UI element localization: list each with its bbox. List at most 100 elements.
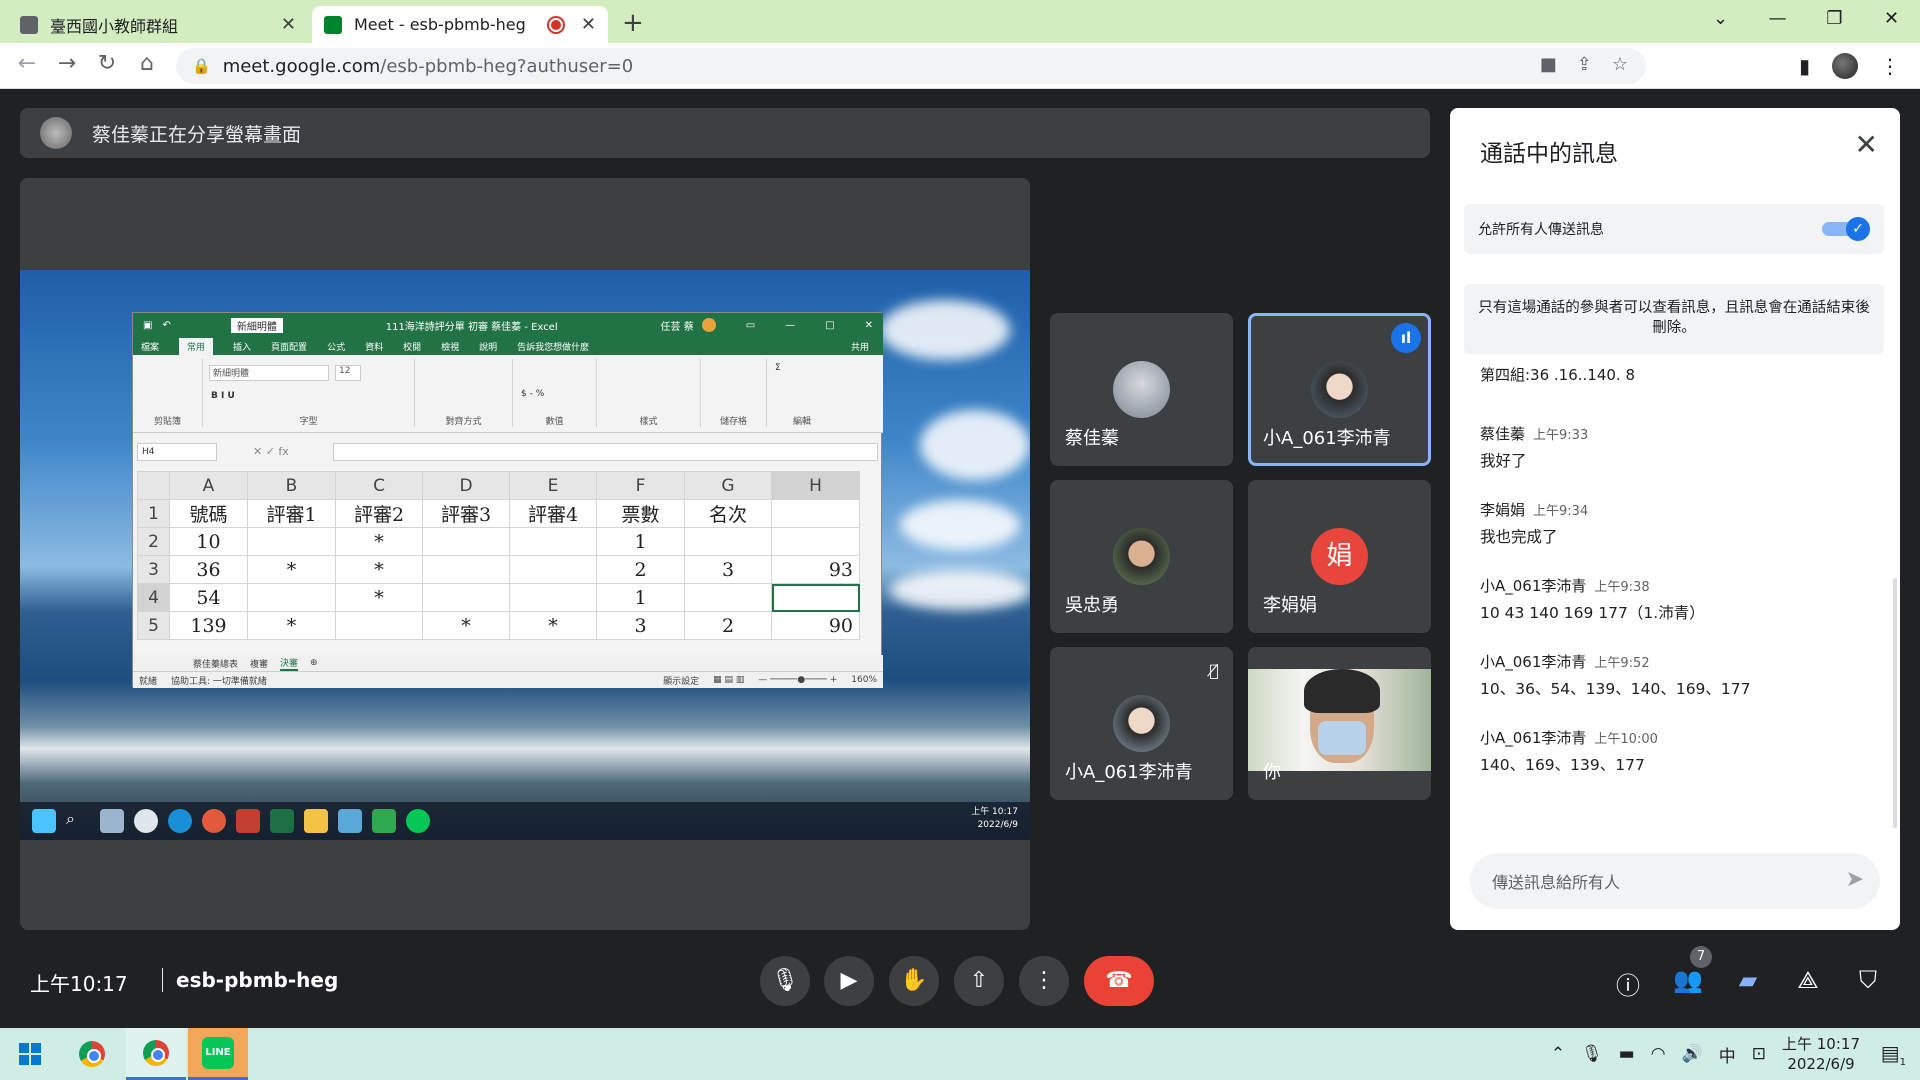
- cell[interactable]: [422, 555, 510, 584]
- column-header[interactable]: D: [422, 471, 510, 500]
- share-icon[interactable]: ⇪: [1577, 54, 1592, 75]
- lock-icon[interactable]: 🔒: [192, 57, 211, 75]
- column-header[interactable]: F: [596, 471, 685, 500]
- ribbon-group-font[interactable]: 新細明體 12 B I U 字型: [203, 359, 415, 427]
- cell[interactable]: [684, 527, 772, 556]
- taskbar-chrome[interactable]: [62, 1028, 122, 1080]
- cell[interactable]: 1: [596, 583, 685, 612]
- chat-compose-input[interactable]: 傳送訊息給所有人 ➤: [1470, 853, 1880, 909]
- zoom-slider[interactable]: — ─────●──── +: [758, 675, 837, 685]
- ribbon-tab-file[interactable]: 檔案: [141, 340, 159, 353]
- autosum-icon[interactable]: Σ: [775, 363, 781, 373]
- view-mode-icons[interactable]: ▦ ▤ ▥: [713, 675, 744, 685]
- excel-maximize-icon[interactable]: □: [825, 320, 834, 331]
- taskbar-chrome-profile[interactable]: [126, 1028, 186, 1080]
- microphone-tray-icon[interactable]: 🎙: [1581, 1044, 1603, 1064]
- currency-icon[interactable]: $ - %: [521, 389, 544, 399]
- home-icon[interactable]: ⌂: [132, 51, 162, 76]
- wifi-icon[interactable]: ◠: [1651, 1044, 1666, 1064]
- save-icon[interactable]: ▣: [143, 320, 152, 331]
- camera-button[interactable]: ▶: [824, 956, 874, 1006]
- self-video-tile[interactable]: 你: [1248, 647, 1431, 800]
- ime-indicator[interactable]: 中: [1719, 1042, 1736, 1067]
- formula-function-icon[interactable]: ✕ ✓ fx: [253, 445, 289, 458]
- cell[interactable]: [247, 527, 336, 556]
- bookmark-star-icon[interactable]: ☆: [1612, 54, 1628, 75]
- cell[interactable]: 3: [596, 611, 685, 640]
- leave-call-button[interactable]: ☎: [1084, 956, 1154, 1006]
- system-clock[interactable]: 上午 10:17 2022/6/9: [1782, 1034, 1860, 1074]
- ribbon-tab-insert[interactable]: 插入: [233, 340, 251, 353]
- more-options-button[interactable]: ⋮: [1019, 956, 1069, 1006]
- excel-minimize-icon[interactable]: —: [785, 320, 795, 331]
- people-icon[interactable]: 👥: [1670, 966, 1706, 994]
- cell[interactable]: 評審1: [247, 499, 336, 528]
- cell[interactable]: 評審2: [335, 499, 423, 528]
- display-settings[interactable]: 顯示設定: [663, 674, 699, 687]
- zoom-level[interactable]: 160%: [851, 675, 877, 685]
- camera-in-use-icon[interactable]: ■: [1540, 54, 1557, 75]
- ribbon-group-cells[interactable]: 儲存格: [701, 359, 767, 427]
- cell[interactable]: 評審4: [509, 499, 597, 528]
- cell[interactable]: [684, 583, 772, 612]
- name-box[interactable]: H4: [137, 443, 217, 461]
- address-bar[interactable]: 🔒 meet.google.com/esb-pbmb-heg?authuser=…: [176, 48, 1646, 84]
- bold-icon[interactable]: B I U: [211, 391, 235, 401]
- participant-tile-speaking[interactable]: ıl 小A_061李沛青: [1248, 313, 1431, 466]
- excel-close-icon[interactable]: ✕: [865, 320, 873, 331]
- participant-tile[interactable]: 吳忠勇: [1050, 480, 1233, 633]
- ime-mode-icon[interactable]: ⊡: [1752, 1044, 1766, 1064]
- minimize-icon[interactable]: —: [1749, 0, 1806, 40]
- ribbon-display-icon[interactable]: ▭: [746, 320, 755, 331]
- volume-icon[interactable]: 🔊: [1682, 1044, 1703, 1064]
- cell[interactable]: *: [335, 555, 423, 584]
- profile-avatar[interactable]: [1832, 53, 1858, 79]
- ribbon-group-number[interactable]: $ - % 數值: [513, 359, 597, 427]
- ribbon-tab-formulas[interactable]: 公式: [327, 340, 345, 353]
- cell[interactable]: [509, 555, 597, 584]
- cell[interactable]: [771, 527, 860, 556]
- cell[interactable]: *: [422, 611, 510, 640]
- sheet-tab-active[interactable]: 決審: [280, 656, 299, 671]
- raise-hand-button[interactable]: ✋: [889, 956, 939, 1006]
- close-tab-icon[interactable]: ✕: [581, 14, 596, 35]
- cell[interactable]: 2: [596, 555, 685, 584]
- cell[interactable]: 號碼: [169, 499, 248, 528]
- notification-center-icon[interactable]: ▤1: [1881, 1041, 1906, 1068]
- ribbon-tab-layout[interactable]: 頁面配置: [271, 340, 307, 353]
- tell-me-search[interactable]: 告訴我您想做什麼: [517, 340, 589, 353]
- cell[interactable]: *: [335, 583, 423, 612]
- cell[interactable]: [422, 527, 510, 556]
- participant-tile[interactable]: 娟 李娟娟: [1248, 480, 1431, 633]
- taskbar-line[interactable]: LINE: [188, 1028, 248, 1080]
- close-tab-icon[interactable]: ✕: [281, 14, 296, 35]
- participant-tile[interactable]: 蔡佳蓁: [1050, 313, 1233, 466]
- new-tab-plus-icon[interactable]: +: [622, 8, 644, 38]
- host-controls-icon[interactable]: ⛉: [1850, 966, 1886, 994]
- meeting-info-icon[interactable]: ⓘ: [1610, 966, 1646, 1001]
- column-header[interactable]: C: [335, 471, 423, 500]
- quick-font-name[interactable]: 新細明體: [230, 317, 283, 333]
- row-header[interactable]: 3: [137, 555, 170, 584]
- selected-cell[interactable]: [771, 583, 860, 612]
- cell[interactable]: *: [247, 611, 336, 640]
- cell[interactable]: 3: [684, 555, 772, 584]
- ribbon-tab-review[interactable]: 校閱: [403, 340, 421, 353]
- ribbon-tab-home[interactable]: 常用: [179, 337, 214, 355]
- accessibility-status[interactable]: 協助工具: 一切準備就緒: [171, 674, 267, 687]
- cell[interactable]: [422, 583, 510, 612]
- cell[interactable]: 93: [771, 555, 860, 584]
- cell[interactable]: *: [335, 527, 423, 556]
- cell[interactable]: 90: [771, 611, 860, 640]
- cell[interactable]: 評審3: [422, 499, 510, 528]
- microphone-button[interactable]: 🎙: [760, 956, 810, 1006]
- participant-tile[interactable]: 🎙̸ 小A_061李沛青: [1050, 647, 1233, 800]
- row-header[interactable]: 4: [137, 583, 170, 612]
- column-header[interactable]: A: [169, 471, 248, 500]
- allow-messages-toggle[interactable]: ✓: [1822, 217, 1870, 241]
- row-header[interactable]: 1: [137, 499, 170, 528]
- cell[interactable]: 名次: [684, 499, 772, 528]
- kebab-menu-icon[interactable]: ⋮: [1880, 54, 1900, 78]
- formula-bar[interactable]: [333, 443, 878, 461]
- ribbon-group-clipboard[interactable]: 剪貼簿: [133, 359, 203, 427]
